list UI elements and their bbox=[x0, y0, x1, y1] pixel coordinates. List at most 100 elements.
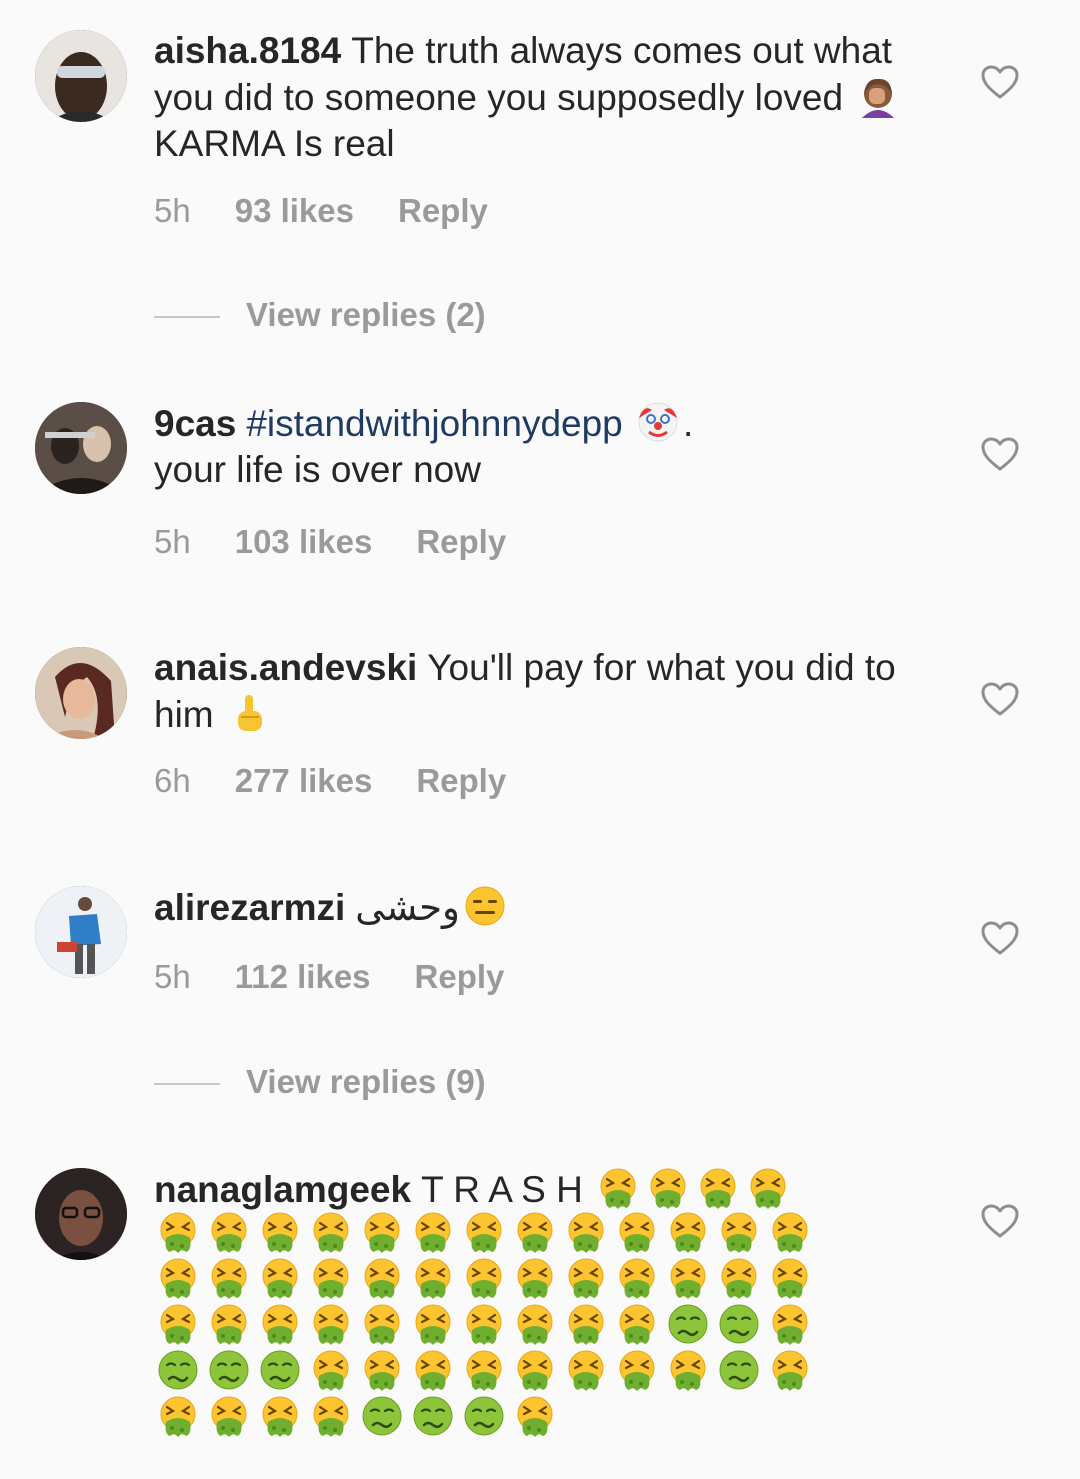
expressionless-emoji-icon bbox=[463, 884, 507, 928]
comment-body: your life is over now bbox=[154, 449, 481, 490]
likes-count[interactable]: 112 likes bbox=[235, 958, 371, 995]
nauseated-face-emoji-icon bbox=[717, 1302, 761, 1346]
like-heart-icon[interactable] bbox=[980, 1203, 1020, 1239]
facepalm-emoji-icon bbox=[856, 74, 900, 118]
emoji-row bbox=[156, 1256, 916, 1302]
vomiting-face-emoji-icon bbox=[615, 1256, 659, 1300]
avatar[interactable] bbox=[35, 402, 127, 494]
comment-text: nanaglamgeek T R A S H bbox=[154, 1166, 914, 1213]
username[interactable]: aisha.8184 bbox=[154, 30, 341, 71]
vomiting-face-emoji-icon bbox=[615, 1348, 659, 1392]
vomiting-face-emoji-icon bbox=[309, 1256, 353, 1300]
reply-button[interactable]: Reply bbox=[416, 762, 506, 799]
vomiting-face-emoji-icon bbox=[564, 1210, 608, 1254]
emoji-row bbox=[156, 1210, 916, 1256]
view-replies-button[interactable]: View replies (9) bbox=[154, 1063, 486, 1101]
comment-text: anais.andevski You'll pay for what you di… bbox=[154, 645, 914, 738]
vomiting-face-emoji-icon bbox=[309, 1210, 353, 1254]
timestamp: 5h bbox=[154, 958, 191, 995]
vomiting-face-emoji-icon bbox=[258, 1256, 302, 1300]
vomiting-face-emoji-icon bbox=[258, 1302, 302, 1346]
emoji-row bbox=[156, 1348, 916, 1394]
middle-finger-emoji-icon bbox=[227, 691, 271, 735]
username[interactable]: 9cas bbox=[154, 403, 236, 444]
username[interactable]: nanaglamgeek bbox=[154, 1169, 411, 1210]
vomiting-face-emoji-icon bbox=[258, 1210, 302, 1254]
nauseated-face-emoji-icon bbox=[462, 1394, 506, 1438]
vomiting-face-emoji-icon bbox=[666, 1256, 710, 1300]
replies-divider bbox=[154, 1083, 220, 1086]
inline-emoji-group bbox=[593, 1166, 793, 1210]
vomiting-face-emoji-icon bbox=[513, 1394, 557, 1438]
reply-button[interactable]: Reply bbox=[415, 958, 505, 995]
vomiting-face-emoji-icon bbox=[513, 1348, 557, 1392]
vomiting-face-emoji-icon bbox=[258, 1394, 302, 1438]
vomiting-face-emoji-icon bbox=[411, 1348, 455, 1392]
emoji-row bbox=[156, 1302, 916, 1348]
vomiting-face-emoji-icon bbox=[207, 1210, 251, 1254]
emoji-row bbox=[156, 1394, 916, 1440]
view-replies-label[interactable]: View replies (9) bbox=[246, 1063, 486, 1100]
view-replies-label[interactable]: View replies (2) bbox=[246, 296, 486, 333]
avatar[interactable] bbox=[35, 30, 127, 122]
timestamp: 5h bbox=[154, 523, 191, 560]
vomiting-face-emoji-icon bbox=[513, 1210, 557, 1254]
like-heart-icon[interactable] bbox=[980, 920, 1020, 956]
vomiting-face-emoji-icon bbox=[513, 1302, 557, 1346]
vomiting-face-emoji-icon bbox=[696, 1166, 740, 1210]
comment-text: alirezarmzi وحشی bbox=[154, 884, 914, 931]
hashtag-link[interactable]: #istandwithjohnnydepp bbox=[246, 403, 622, 444]
vomiting-face-emoji-icon bbox=[462, 1302, 506, 1346]
likes-count[interactable]: 277 likes bbox=[235, 762, 373, 799]
view-replies-button[interactable]: View replies (2) bbox=[154, 296, 486, 334]
vomiting-face-emoji-icon bbox=[309, 1348, 353, 1392]
vomiting-face-emoji-icon bbox=[207, 1394, 251, 1438]
vomiting-face-emoji-icon bbox=[768, 1302, 812, 1346]
vomiting-face-emoji-icon bbox=[360, 1302, 404, 1346]
vomiting-face-emoji-icon bbox=[411, 1302, 455, 1346]
avatar[interactable] bbox=[35, 1168, 127, 1260]
vomiting-face-emoji-icon bbox=[768, 1210, 812, 1254]
username[interactable]: anais.andevski bbox=[154, 647, 417, 688]
timestamp: 5h bbox=[154, 192, 191, 229]
vomiting-face-emoji-icon bbox=[462, 1348, 506, 1392]
vomiting-face-emoji-icon bbox=[207, 1256, 251, 1300]
nauseated-face-emoji-icon bbox=[411, 1394, 455, 1438]
like-heart-icon[interactable] bbox=[980, 681, 1020, 717]
like-heart-icon[interactable] bbox=[980, 64, 1020, 100]
avatar[interactable] bbox=[35, 647, 127, 739]
vomiting-face-emoji-icon bbox=[156, 1256, 200, 1300]
vomiting-face-emoji-icon bbox=[360, 1348, 404, 1392]
like-heart-icon[interactable] bbox=[980, 436, 1020, 472]
vomiting-face-emoji-icon bbox=[411, 1256, 455, 1300]
likes-count[interactable]: 93 likes bbox=[235, 192, 354, 229]
vomiting-face-emoji-icon bbox=[615, 1210, 659, 1254]
vomiting-face-emoji-icon bbox=[666, 1210, 710, 1254]
comment-body: T R A S H bbox=[421, 1169, 583, 1210]
nauseated-face-emoji-icon bbox=[207, 1348, 251, 1392]
vomiting-face-emoji-icon bbox=[564, 1302, 608, 1346]
comment-punctuation: . bbox=[683, 403, 694, 444]
reply-button[interactable]: Reply bbox=[416, 523, 506, 560]
vomiting-face-emoji-icon bbox=[156, 1394, 200, 1438]
likes-count[interactable]: 103 likes bbox=[235, 523, 373, 560]
nauseated-face-emoji-icon bbox=[666, 1302, 710, 1346]
vomiting-face-emoji-icon bbox=[360, 1256, 404, 1300]
vomiting-face-emoji-icon bbox=[309, 1394, 353, 1438]
comment-text: aisha.8184 The truth always comes out wha… bbox=[154, 28, 914, 167]
comment-meta: 5h 112 likes Reply bbox=[154, 958, 548, 996]
vomiting-face-emoji-icon bbox=[666, 1348, 710, 1392]
username[interactable]: alirezarmzi bbox=[154, 887, 345, 928]
nauseated-face-emoji-icon bbox=[717, 1348, 761, 1392]
vomiting-face-emoji-icon bbox=[646, 1166, 690, 1210]
avatar[interactable] bbox=[35, 886, 127, 978]
emoji-grid bbox=[156, 1210, 916, 1440]
reply-button[interactable]: Reply bbox=[398, 192, 488, 229]
vomiting-face-emoji-icon bbox=[411, 1210, 455, 1254]
vomiting-face-emoji-icon bbox=[462, 1256, 506, 1300]
vomiting-face-emoji-icon bbox=[513, 1256, 557, 1300]
replies-divider bbox=[154, 316, 220, 319]
vomiting-face-emoji-icon bbox=[564, 1348, 608, 1392]
vomiting-face-emoji-icon bbox=[156, 1302, 200, 1346]
comment-meta: 6h 277 likes Reply bbox=[154, 762, 550, 800]
